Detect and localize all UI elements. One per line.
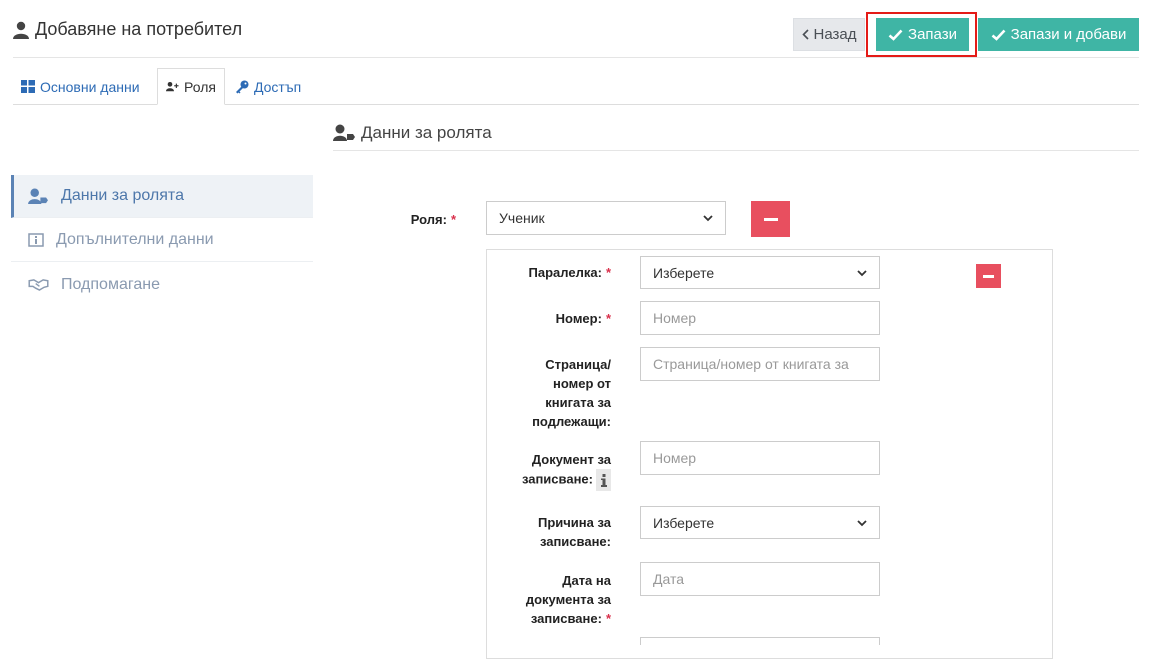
user-tag-icon [28,187,48,204]
class-label-text: Паралелка: [528,265,602,280]
enrollment-document-label: Документ за записване: [500,450,611,491]
class-select[interactable]: Изберете [640,256,880,289]
enrollment-reason-select[interactable]: Изберете [640,506,880,539]
label-line: Документ за [531,452,611,467]
tab-role-label: Роля [184,78,216,95]
chevron-down-icon [703,215,713,222]
user-plus-icon [166,82,179,92]
sidebar-item-support[interactable]: Подпомагане [11,263,313,306]
back-button-label: Назад [813,26,857,43]
tab-basic-data[interactable]: Основни данни [13,68,157,105]
document-date-label: Дата на документа за записване: * [500,571,611,628]
grid-icon [21,80,35,93]
check-icon [991,29,1006,41]
minus-icon [763,217,778,221]
chevron-left-icon [801,29,809,40]
section-title-text: Данни за ролята [361,123,492,142]
label-line: Причина за [537,515,611,530]
document-date-placeholder: Дата [653,571,685,587]
role-select[interactable]: Ученик [486,201,726,235]
required-mark: * [605,611,611,626]
remove-class-button[interactable] [976,264,1001,288]
chevron-down-icon [857,269,867,276]
sidebar-item-label: Подпомагане [61,275,160,293]
class-label: Паралелка: * [500,263,611,282]
handshake-icon [28,279,49,291]
page-number-label: Страница/ номер от книгата за подлежащи: [500,355,611,431]
label-line: записване: [539,534,611,549]
page-title: Добавяне на потребител [13,19,242,40]
chevron-down-icon [857,519,867,526]
required-mark: * [605,265,611,280]
number-input-placeholder: Номер [653,310,697,326]
document-date-input[interactable]: Дата [640,562,880,596]
page-title-text: Добавяне на потребител [35,19,243,39]
class-select-value: Изберете [653,264,715,281]
save-and-add-button-label: Запази и добави [1010,26,1127,43]
label-line: документа за [525,592,611,607]
enrollment-document-placeholder: Номер [653,450,697,466]
tab-role[interactable]: Роля [157,68,225,105]
number-label-text: Номер: [555,311,602,326]
role-select-value: Ученик [499,210,545,226]
sidebar-item-role-data[interactable]: Данни за ролята [11,175,313,218]
enrollment-document-input[interactable]: Номер [640,441,880,475]
sidebar-item-additional-data[interactable]: Допълнителни данни [11,219,313,262]
required-mark: * [605,311,611,326]
label-line: Страница/ [545,357,611,372]
sidebar-item-label: Данни за ролята [61,187,184,204]
tab-basic-data-label: Основни данни [40,78,140,95]
key-icon [236,80,249,93]
label-line: подлежащи: [532,414,611,429]
next-field-input[interactable] [640,637,880,645]
label-line: записване: * [530,611,611,626]
tab-access-label: Достъп [254,78,302,95]
tab-access[interactable]: Достъп [227,68,317,105]
section-divider [333,150,1139,151]
back-button[interactable]: Назад [793,18,865,51]
number-input[interactable]: Номер [640,301,880,335]
page-number-input[interactable]: Страница/номер от книгата за [640,347,880,381]
label-line: номер от [552,376,611,391]
info-icon [28,233,44,247]
highlight-box [866,12,977,57]
section-title: Данни за ролята [333,123,492,143]
user-tag-icon [333,124,355,141]
label-line: Дата на [562,573,611,588]
info-icon[interactable] [596,469,611,491]
role-label: Роля: * [380,210,456,229]
number-label: Номер: * [500,309,611,328]
sidebar-item-label: Допълнителни данни [56,231,214,248]
enrollment-reason-label: Причина за записване: [500,513,611,551]
header-divider [13,57,1139,58]
required-mark: * [450,212,456,227]
save-and-add-button[interactable]: Запази и добави [978,18,1139,51]
label-line: книгата за [545,395,611,410]
remove-role-button[interactable] [751,201,790,237]
enrollment-reason-value: Изберете [653,514,715,531]
role-label-text: Роля: [410,212,447,227]
page-number-input-placeholder: Страница/номер от книгата за [653,356,849,372]
minus-icon [983,274,994,278]
label-line: записване: [500,469,611,491]
user-icon [13,21,29,39]
